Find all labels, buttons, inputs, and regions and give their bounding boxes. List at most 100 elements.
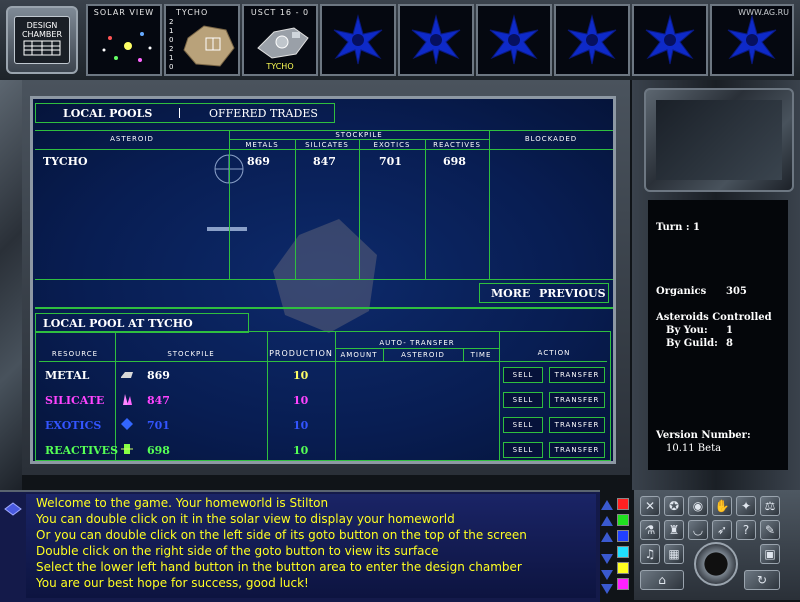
- usct-slot-label: USCT 16 - 0: [250, 8, 310, 17]
- scroll-up-icon: [601, 516, 613, 526]
- message-scroll-arrows: [601, 500, 613, 594]
- tycho-digit-column: 2 1 0 2 1 0: [169, 18, 177, 72]
- more-button[interactable]: MORE: [491, 287, 530, 300]
- message-line: Double click on the right side of the go…: [36, 544, 439, 558]
- disk-icon[interactable]: ▣: [760, 544, 780, 564]
- lp-header-stockpile: STOCKPILE: [167, 350, 215, 358]
- guild-icon[interactable]: ♜: [664, 520, 684, 540]
- organics-label: Organics: [656, 286, 707, 297]
- close-icon[interactable]: ✕: [640, 496, 660, 516]
- sell-silicate-button[interactable]: SELL: [503, 392, 543, 408]
- color-swatch-cyan[interactable]: [617, 546, 629, 558]
- ship-sprite-icon: [207, 227, 247, 231]
- col-header-metals: METALS: [245, 141, 279, 149]
- transfer-exotics-button[interactable]: TRANSFER: [549, 417, 605, 433]
- empty-slot[interactable]: [398, 4, 474, 76]
- section-divider: [35, 307, 613, 309]
- grid-line: [359, 139, 360, 279]
- empty-slot[interactable]: [320, 4, 396, 76]
- tycho-goto-button[interactable]: TYCHO 2 1 0 2 1 0: [164, 4, 240, 76]
- lp-header-resource: RESOURCE: [51, 350, 99, 358]
- hand-icon[interactable]: ✋: [712, 496, 732, 516]
- production-silicate: 10: [293, 394, 309, 407]
- exotic-gem-icon: [121, 418, 133, 430]
- music-icon[interactable]: ♫: [640, 544, 660, 564]
- top-bar: DESIGN CHAMBER SOLAR VIEW TYCHO 2 1 0 2 …: [0, 0, 800, 80]
- digit: 0: [169, 63, 174, 71]
- info-area: Turn : 1 Organics 305 Asteroids Controll…: [648, 200, 788, 470]
- usct-ship-button[interactable]: USCT 16 - 0 TYCHO: [242, 4, 318, 76]
- usct-slot-sub: TYCHO: [266, 62, 294, 71]
- medal-icon[interactable]: ✪: [664, 496, 684, 516]
- eye-icon[interactable]: ◉: [688, 496, 708, 516]
- digit: 1: [169, 54, 174, 62]
- row-asteroid-name[interactable]: TYCHO: [43, 155, 88, 168]
- viewport: [656, 100, 782, 180]
- design-chamber-button[interactable]: DESIGN CHAMBER: [6, 6, 78, 74]
- asteroids-controlled-label: Asteroids Controlled: [656, 312, 772, 323]
- resource-name-silicate: SILICATE: [45, 394, 105, 407]
- lightbulb-icon[interactable]: ✦: [736, 496, 756, 516]
- left-frame: [0, 80, 22, 490]
- production-reactives: 10: [293, 444, 309, 457]
- pencil-icon[interactable]: ✎: [760, 520, 780, 540]
- row-exotics-value: 701: [379, 155, 402, 168]
- by-guild-label: By Guild:: [666, 338, 718, 349]
- solar-view-label: SOLAR VIEW: [93, 8, 155, 17]
- message-line: Select the lower left hand button in the…: [36, 560, 522, 574]
- metal-ingot-icon: [121, 372, 133, 378]
- production-metal: 10: [293, 369, 309, 382]
- lp-header-amount: AMOUNT: [340, 351, 378, 359]
- cycle-icon[interactable]: ↻: [744, 570, 780, 590]
- color-swatch-blue[interactable]: [617, 530, 629, 542]
- empty-slot[interactable]: WWW.AG.RU: [710, 4, 794, 76]
- row-reactives-value: 698: [443, 155, 466, 168]
- tab-offered-trades[interactable]: OFFERED TRADES: [209, 107, 318, 120]
- message-line: Welcome to the game. Your homeworld is S…: [36, 496, 329, 510]
- empty-slot-star-icon: [645, 14, 695, 65]
- question-icon[interactable]: ?: [736, 520, 756, 540]
- transfer-silicate-button[interactable]: TRANSFER: [549, 392, 605, 408]
- version-value: 10.11 Beta: [666, 443, 722, 454]
- scroll-down-icon: [601, 554, 613, 564]
- transfer-reactives-button[interactable]: TRANSFER: [549, 442, 605, 458]
- empty-slot-star-icon: [333, 14, 383, 65]
- grid-line: [489, 130, 490, 279]
- organics-value: 305: [726, 286, 747, 297]
- sell-reactives-button[interactable]: SELL: [503, 442, 543, 458]
- digit: 0: [169, 36, 174, 44]
- factory-icon[interactable]: ⌂: [640, 570, 684, 590]
- crystal-icon: [123, 394, 132, 405]
- empty-slot[interactable]: [476, 4, 552, 76]
- col-header-reactives: REACTIVES: [433, 141, 481, 149]
- tab-local-pools[interactable]: LOCAL POOLS: [63, 107, 152, 120]
- sell-exotics-button[interactable]: SELL: [503, 417, 543, 433]
- color-swatch-yellow[interactable]: [617, 562, 629, 574]
- stockpile-silicate: 847: [147, 394, 170, 407]
- col-header-exotics: EXOTICS: [373, 141, 411, 149]
- rocket-icon[interactable]: ➶: [712, 520, 732, 540]
- message-line: You are our best hope for success, good …: [36, 576, 309, 590]
- color-swatch-red[interactable]: [617, 498, 629, 510]
- grid-line: [35, 149, 613, 150]
- flask-icon[interactable]: ⚗: [640, 520, 660, 540]
- empty-slot-star-icon: [489, 14, 539, 65]
- local-pool-title: LOCAL POOL AT TYCHO: [43, 317, 193, 330]
- scale-icon[interactable]: ⚖: [760, 496, 780, 516]
- lips-icon[interactable]: ◡: [688, 520, 708, 540]
- solar-view-button[interactable]: SOLAR VIEW: [86, 4, 162, 76]
- grid-icon[interactable]: ▦: [664, 544, 684, 564]
- empty-slot[interactable]: [554, 4, 630, 76]
- color-swatch-magenta[interactable]: [617, 578, 629, 590]
- lp-header-action: ACTION: [537, 349, 571, 357]
- sell-metal-button[interactable]: SELL: [503, 367, 543, 383]
- col-header-asteroid: ASTEROID: [110, 135, 154, 143]
- globe-icon[interactable]: [694, 542, 738, 586]
- previous-button[interactable]: PREVIOUS: [539, 287, 606, 300]
- grid-line: [335, 348, 499, 349]
- tycho-slot-label: TYCHO: [176, 8, 209, 17]
- message-line: Or you can double click on the left side…: [36, 528, 527, 542]
- color-swatch-green[interactable]: [617, 514, 629, 526]
- empty-slot[interactable]: [632, 4, 708, 76]
- transfer-metal-button[interactable]: TRANSFER: [549, 367, 605, 383]
